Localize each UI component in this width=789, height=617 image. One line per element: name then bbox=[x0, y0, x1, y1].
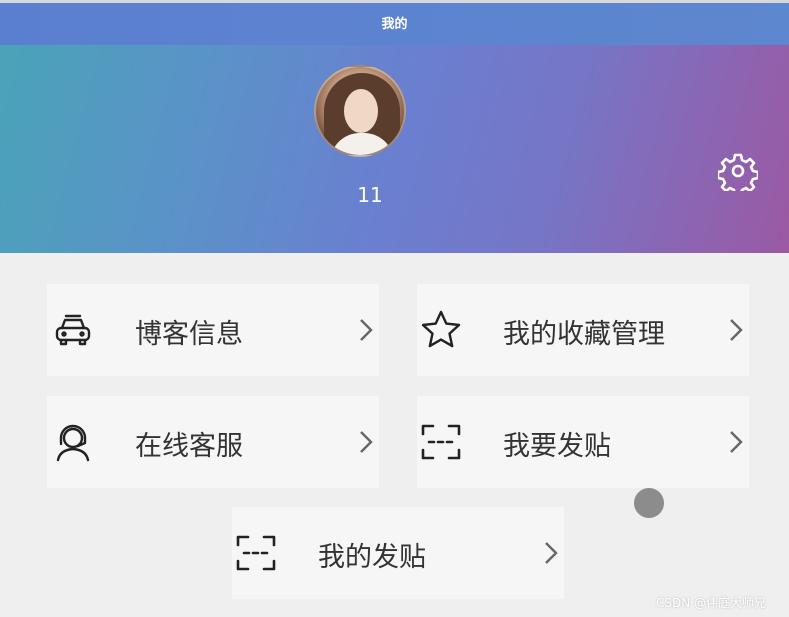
top-border bbox=[0, 0, 789, 3]
car-icon bbox=[55, 314, 91, 346]
chevron-right-icon bbox=[730, 319, 743, 341]
page-title: 我的 bbox=[381, 17, 408, 32]
username: 11 bbox=[357, 183, 383, 207]
menu-item-my-posts[interactable]: 我的发贴 bbox=[232, 507, 564, 599]
headset-icon bbox=[56, 424, 90, 462]
chevron-right-icon bbox=[360, 319, 373, 341]
gear-icon[interactable] bbox=[718, 151, 758, 191]
menu-item-new-post[interactable]: 我要发贴 bbox=[417, 396, 749, 488]
menu-item-label: 在线客服 bbox=[135, 431, 243, 462]
star-icon bbox=[421, 310, 461, 348]
chevron-right-icon bbox=[545, 542, 558, 564]
top-nav-bar: 我的 bbox=[0, 0, 789, 45]
menu-item-blog-info[interactable]: 博客信息 bbox=[47, 284, 379, 376]
profile-header: 11 bbox=[0, 45, 789, 253]
menu-item-online-support[interactable]: 在线客服 bbox=[47, 396, 379, 488]
scan-icon bbox=[236, 535, 276, 571]
menu-item-label: 我要发贴 bbox=[503, 431, 611, 462]
menu-item-label: 我的收藏管理 bbox=[503, 319, 665, 350]
cursor-indicator bbox=[634, 488, 664, 518]
menu-item-favorites[interactable]: 我的收藏管理 bbox=[417, 284, 749, 376]
scan-icon bbox=[421, 424, 461, 460]
user-avatar[interactable] bbox=[314, 65, 406, 157]
watermark: CSDN @伟庭大师兄 bbox=[656, 596, 767, 610]
chevron-right-icon bbox=[730, 431, 743, 453]
avatar-face bbox=[344, 89, 378, 133]
menu-item-label: 我的发贴 bbox=[318, 542, 426, 573]
menu-item-label: 博客信息 bbox=[135, 319, 243, 350]
chevron-right-icon bbox=[360, 431, 373, 453]
